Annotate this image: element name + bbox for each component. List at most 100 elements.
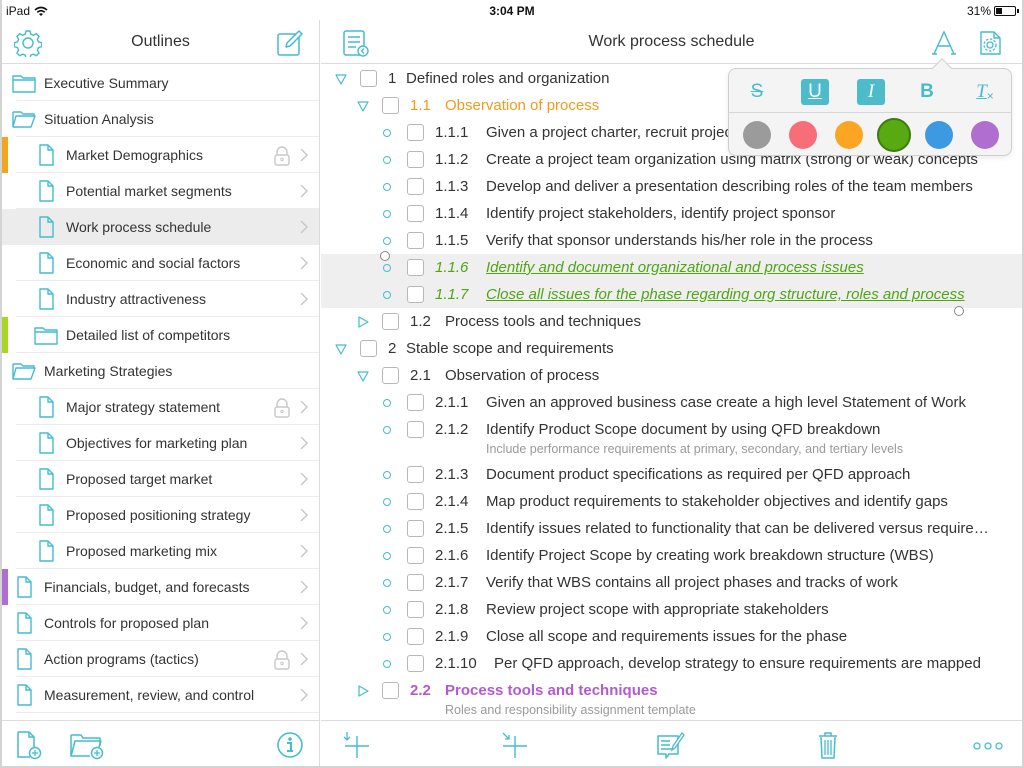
color-swatch-red[interactable] [789, 121, 817, 149]
outline-row[interactable]: 2.1.3 Document product specifications as … [321, 461, 1022, 488]
item-text[interactable]: Observation of process [445, 367, 599, 384]
item-text[interactable]: Verify that sponsor understands his/her … [486, 232, 873, 249]
item-checkbox[interactable] [382, 313, 399, 330]
disclosure-expanded-icon[interactable] [335, 73, 347, 85]
item-checkbox[interactable] [407, 232, 424, 249]
sidebar-item[interactable]: Measurement, review, and control [2, 677, 319, 713]
sidebar-item[interactable]: Controls for proposed plan [2, 605, 319, 641]
outline-row[interactable]: 2.1.7 Verify that WBS contains all projec… [321, 569, 1022, 596]
sidebar-item[interactable]: Executive Summary [2, 65, 319, 101]
item-text[interactable]: Observation of process [445, 97, 599, 114]
item-text[interactable]: Close all issues for the phase regarding… [486, 286, 965, 303]
item-checkbox[interactable] [360, 340, 377, 357]
color-swatch-orange[interactable] [835, 121, 863, 149]
item-checkbox[interactable] [407, 394, 424, 411]
sidebar-item[interactable]: Situation Analysis [2, 101, 319, 137]
item-checkbox[interactable] [407, 574, 424, 591]
add-child-item-icon[interactable] [499, 730, 529, 760]
item-checkbox[interactable] [407, 628, 424, 645]
item-checkbox[interactable] [407, 655, 424, 672]
outline-row[interactable]: 2.1.5 Identify issues related to function… [321, 515, 1022, 542]
color-swatch-purple[interactable] [971, 121, 999, 149]
underline-button[interactable]: U [801, 79, 829, 105]
item-text[interactable]: Document product specifications as requi… [486, 466, 910, 483]
clear-format-button[interactable]: T × [971, 79, 999, 105]
disclosure-expanded-icon[interactable] [335, 343, 347, 355]
item-checkbox[interactable] [407, 286, 424, 303]
add-item-below-icon[interactable] [341, 730, 371, 760]
outline-row[interactable]: 1.1.3 Develop and deliver a presentation … [321, 173, 1022, 200]
selection-start-handle[interactable] [380, 251, 390, 261]
item-checkbox[interactable] [407, 547, 424, 564]
outline-row[interactable]: 2.1 Observation of process [321, 362, 1022, 389]
sidebar-item[interactable]: Industry attractiveness [2, 281, 319, 317]
item-checkbox[interactable] [407, 178, 424, 195]
compose-edit-icon[interactable] [276, 29, 304, 57]
sidebar-item[interactable]: Market Demographics [2, 137, 319, 173]
item-text[interactable]: Review project scope with appropriate st… [486, 601, 829, 618]
more-options-icon[interactable] [971, 730, 1007, 760]
outline-row[interactable]: 2.1.1 Given an approved business case cre… [321, 389, 1022, 416]
disclosure-expanded-icon[interactable] [357, 100, 369, 112]
item-checkbox[interactable] [360, 70, 377, 87]
item-checkbox[interactable] [407, 259, 424, 276]
item-note[interactable]: Include performance requirements at prim… [486, 442, 903, 456]
item-checkbox[interactable] [382, 367, 399, 384]
selection-end-handle[interactable] [954, 306, 964, 316]
item-checkbox[interactable] [382, 682, 399, 699]
outline-row[interactable]: 2.1.4 Map product requirements to stakeho… [321, 488, 1022, 515]
sidebar-item[interactable]: Financials, budget, and forecasts [2, 569, 319, 605]
outline-row[interactable]: 1.2 Process tools and techniques [321, 308, 1022, 335]
item-text[interactable]: Per QFD approach, develop strategy to en… [494, 655, 981, 672]
sidebar-item[interactable]: Proposed marketing mix [2, 533, 319, 569]
sidebar-item[interactable]: Work process schedule [2, 209, 319, 245]
outline-row[interactable]: 2.2 Process tools and techniques Roles and… [321, 677, 1022, 722]
item-text[interactable]: Develop and deliver a presentation descr… [486, 178, 973, 195]
sidebar-item[interactable]: Major strategy statement [2, 389, 319, 425]
document-settings-icon[interactable] [976, 29, 1004, 57]
outline-row[interactable]: 2.1.2 Identify Product Scope document by … [321, 416, 1022, 461]
item-text[interactable]: Identify and document organizational and… [486, 259, 864, 276]
disclosure-collapsed-icon[interactable] [357, 685, 369, 697]
outline-row[interactable]: 1.1.5 Verify that sponsor understands his… [321, 227, 1022, 254]
item-text[interactable]: Identify Product Scope document by using… [486, 421, 880, 438]
item-text[interactable]: Stable scope and requirements [406, 340, 614, 357]
color-swatch-gray[interactable] [743, 121, 771, 149]
sidebar-item[interactable]: Marketing Strategies [2, 353, 319, 389]
item-text[interactable]: Defined roles and organization [406, 70, 609, 87]
strikethrough-button[interactable]: S [743, 79, 771, 105]
new-folder-icon[interactable] [68, 730, 106, 760]
sidebar-item[interactable]: Action programs (tactics) [2, 641, 319, 677]
outline-row[interactable]: 2.1.10 Per QFD approach, develop strategy… [321, 650, 1022, 677]
item-checkbox[interactable] [407, 421, 424, 438]
trash-icon[interactable] [813, 730, 843, 760]
item-text[interactable]: Given an approved business case create a… [486, 394, 966, 411]
item-checkbox[interactable] [407, 124, 424, 141]
item-text[interactable]: Map product requirements to stakeholder … [486, 493, 948, 510]
item-text[interactable]: Identify project stakeholders, identify … [486, 205, 835, 222]
outline-row[interactable]: 1.1.4 Identify project stakeholders, iden… [321, 200, 1022, 227]
color-swatch-blue[interactable] [925, 121, 953, 149]
outline-row[interactable]: 2.1.6 Identify Project Scope by creating … [321, 542, 1022, 569]
outline-row[interactable]: 2.1.9 Close all scope and requirements is… [321, 623, 1022, 650]
item-checkbox[interactable] [407, 466, 424, 483]
item-text[interactable]: Verify that WBS contains all project pha… [486, 574, 898, 591]
font-format-icon[interactable] [930, 29, 958, 57]
item-text[interactable]: Identify issues related to functionality… [486, 520, 989, 537]
outline-row[interactable]: 1.1.6 Identify and document organizationa… [321, 254, 1022, 281]
item-checkbox[interactable] [407, 601, 424, 618]
sidebar-item[interactable]: Proposed positioning strategy [2, 497, 319, 533]
disclosure-collapsed-icon[interactable] [357, 316, 369, 328]
item-checkbox[interactable] [407, 151, 424, 168]
sidebar-item[interactable]: Economic and social factors [2, 245, 319, 281]
outline-row[interactable]: 1.1.7 Close all issues for the phase rega… [321, 281, 1022, 308]
item-checkbox[interactable] [407, 520, 424, 537]
outline-row[interactable]: 2 Stable scope and requirements [321, 335, 1022, 362]
italic-button[interactable]: I [857, 79, 885, 105]
item-checkbox[interactable] [407, 493, 424, 510]
item-text[interactable]: Identify Project Scope by creating work … [486, 547, 934, 564]
sidebar-item[interactable]: Objectives for marketing plan [2, 425, 319, 461]
color-swatch-green[interactable] [877, 118, 911, 152]
add-note-icon[interactable] [655, 730, 685, 760]
item-checkbox[interactable] [407, 205, 424, 222]
